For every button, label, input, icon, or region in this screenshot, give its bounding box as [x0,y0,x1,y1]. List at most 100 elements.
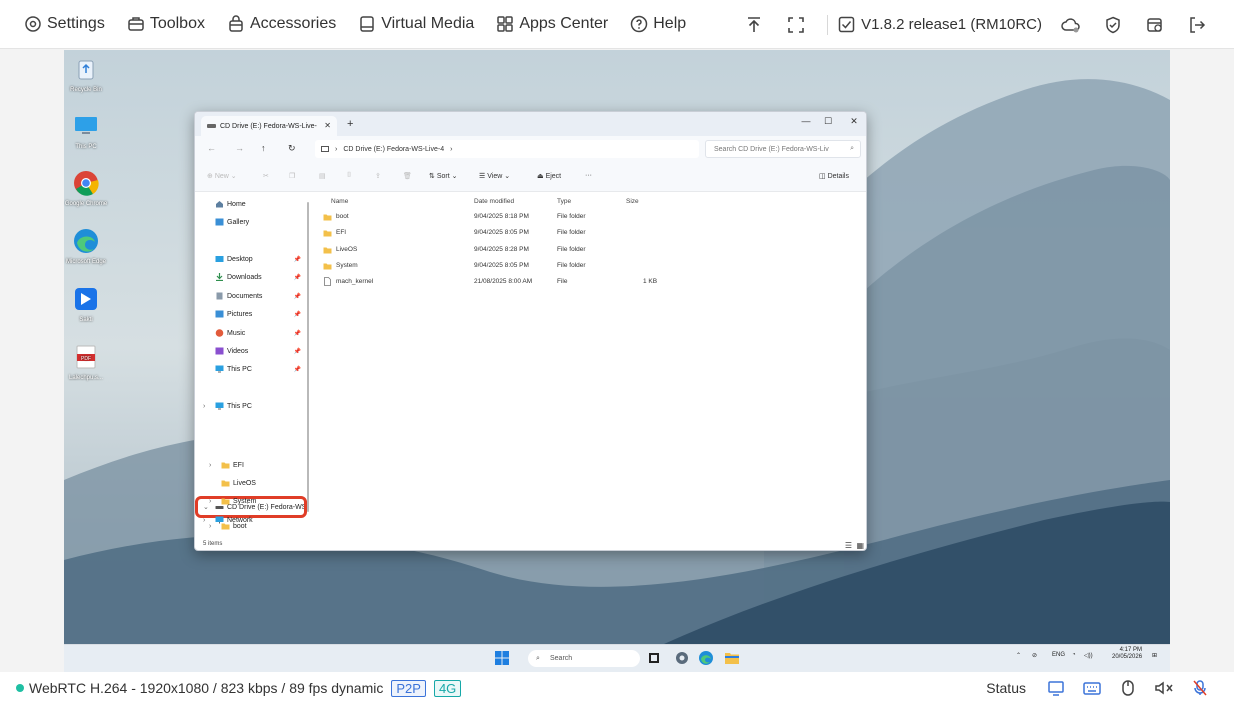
desktop-icon-pdf[interactable]: PDF Lalechpu.s... [64,344,108,382]
delete-icon[interactable]: 🗑 [403,172,412,180]
fullscreen-button[interactable] [775,0,817,49]
cut-icon[interactable]: ✂ [263,172,269,180]
column-header-date[interactable]: Date modified [474,198,514,205]
settings-app-icon[interactable] [674,650,690,666]
help-menu[interactable]: Help [630,15,686,33]
file-row-system[interactable]: System 9/04/2025 8:05 PM File folder [323,260,743,274]
details-view-icon[interactable]: ☰ [845,541,852,550]
language-indicator[interactable]: ENG [1052,652,1065,658]
taskbar-search[interactable]: ⌕ Search [528,650,640,667]
search-input[interactable]: Search CD Drive (E:) Fedora-WS-Liv ⌕ [705,140,861,158]
virtual-media-menu[interactable]: Virtual Media [358,15,474,33]
tree-item-liveos[interactable]: LiveOS [195,475,307,491]
display-button[interactable] [1038,672,1074,704]
chevron-right-icon[interactable]: › [203,403,205,410]
nav-item-home[interactable]: Home [195,196,307,212]
back-arrow-icon[interactable]: ← [207,143,216,153]
explorer-tab[interactable]: CD Drive (E:) Fedora-WS-Live- ✕ [201,116,337,136]
desktop-icon-chrome[interactable]: Google Chrome [64,170,108,208]
close-window-button[interactable]: ✕ [845,116,863,127]
status-label[interactable]: Status [986,680,1026,696]
nav-item-desktop[interactable]: Desktop 📌 [195,251,307,267]
microphone-button[interactable] [1182,672,1218,704]
tree-item-system[interactable]: › System [195,493,307,509]
nav-item-videos[interactable]: Videos 📌 [195,343,307,359]
system-clock[interactable]: 4:17 PM 20/05/2026 [1112,647,1142,661]
security-button[interactable] [1092,0,1134,49]
forward-arrow-icon[interactable]: → [235,143,244,153]
copy-icon[interactable]: ❐ [289,172,295,180]
file-row-liveos[interactable]: LiveOS 9/04/2025 8:28 PM File folder [323,244,743,258]
pin-icon[interactable]: 📌 [294,256,301,263]
mouse-button[interactable] [1110,672,1146,704]
nav-item-documents[interactable]: Documents 📌 [195,288,307,304]
chevron-up-icon[interactable]: ⌃ [1016,652,1021,659]
toolbox-menu[interactable]: Toolbox [127,15,205,33]
column-header-name[interactable]: Name [331,198,348,205]
chevron-right-icon[interactable]: › [203,517,205,524]
windows-start-icon[interactable] [494,650,510,666]
tree-item-network[interactable]: › Network [195,512,307,528]
cloud-button[interactable] [1050,0,1092,49]
nav-item-this-pc-pinned[interactable]: This PC 📌 [195,361,307,377]
nav-item-music[interactable]: Music 📌 [195,325,307,341]
accessories-menu[interactable]: Accessories [227,15,336,33]
task-view-icon[interactable] [646,650,662,666]
file-explorer-icon[interactable] [724,650,740,666]
firmware-version[interactable]: V1.8.2 release1 (RM10RC) [838,16,1042,33]
address-bar[interactable]: › CD Drive (E:) Fedora-WS-Live-4 › [315,140,699,158]
refresh-icon[interactable]: ↻ [288,143,296,154]
notifications-icon[interactable]: ⊞ [1152,652,1157,659]
desktop-icon-edge[interactable]: Microsoft Edge [64,228,108,266]
minimize-button[interactable]: — [797,116,815,126]
remote-desktop-view[interactable]: Recycle Bin This PC Google Chrome Micros… [64,50,1170,672]
network-status-icon[interactable]: ⊘ [1032,652,1037,659]
rename-icon[interactable]: ⌷ [347,172,351,180]
chevron-right-icon[interactable]: › [209,498,211,505]
view-button[interactable]: ☰ View ⌄ [479,172,510,181]
new-button[interactable]: ⊕ New ⌄ [207,172,237,181]
maximize-button[interactable]: ☐ [819,116,837,127]
desktop-icon-app[interactable]: Sakti [64,286,108,324]
pin-icon[interactable]: 📌 [294,330,301,337]
settings-menu[interactable]: Settings [24,15,105,33]
more-options-button[interactable]: ··· [585,172,592,179]
eject-button[interactable]: ⏏ Eject [537,172,561,181]
pin-icon[interactable]: 📌 [294,348,301,355]
file-row-efi[interactable]: EFI 9/04/2025 8:05 PM File folder [323,227,743,241]
column-header-type[interactable]: Type [557,198,571,205]
column-header-size[interactable]: Size [626,198,639,205]
share-icon[interactable]: ⇪ [375,172,381,180]
nav-item-pictures[interactable]: Pictures 📌 [195,306,307,322]
chevron-right-icon[interactable]: › [209,462,211,469]
logout-button[interactable] [1176,0,1218,49]
wifi-icon[interactable]: ◔ [1072,652,1076,658]
nav-scrollbar[interactable] [307,202,309,512]
pin-icon[interactable]: 📌 [294,311,301,318]
up-arrow-icon[interactable]: ↑ [261,143,266,153]
file-row-mach-kernel[interactable]: mach_kernel 21/08/2025 8:00 AM File 1 KB [323,276,743,290]
audio-mute-button[interactable] [1146,672,1182,704]
paste-icon[interactable]: ▤ [319,172,326,180]
details-button[interactable]: ◫ Details [819,172,849,181]
restore-button[interactable] [1134,0,1176,49]
nav-item-downloads[interactable]: Downloads 📌 [195,269,307,285]
tiles-view-icon[interactable]: ▦ [856,541,864,550]
upload-button[interactable] [733,0,775,49]
new-tab-button[interactable]: + [347,118,353,130]
desktop-icon-this-pc[interactable]: This PC [64,113,108,151]
sort-button[interactable]: ⇅ Sort ⌄ [429,172,457,181]
desktop-icon-recycle-bin[interactable]: Recycle Bin [64,56,108,94]
pin-icon[interactable]: 📌 [294,274,301,281]
pin-icon[interactable]: 📌 [294,366,301,373]
edge-icon[interactable] [698,650,714,666]
tree-item-this-pc[interactable]: › This PC [195,398,307,414]
close-tab-icon[interactable]: ✕ [324,121,331,130]
apps-center-menu[interactable]: Apps Center [496,15,608,33]
nav-item-gallery[interactable]: Gallery [195,214,307,230]
pin-icon[interactable]: 📌 [294,293,301,300]
volume-icon[interactable]: ◁)) [1084,652,1093,659]
tree-item-efi[interactable]: › EFI [195,457,307,473]
file-row-boot[interactable]: boot 9/04/2025 8:18 PM File folder [323,211,743,225]
keyboard-button[interactable] [1074,672,1110,704]
